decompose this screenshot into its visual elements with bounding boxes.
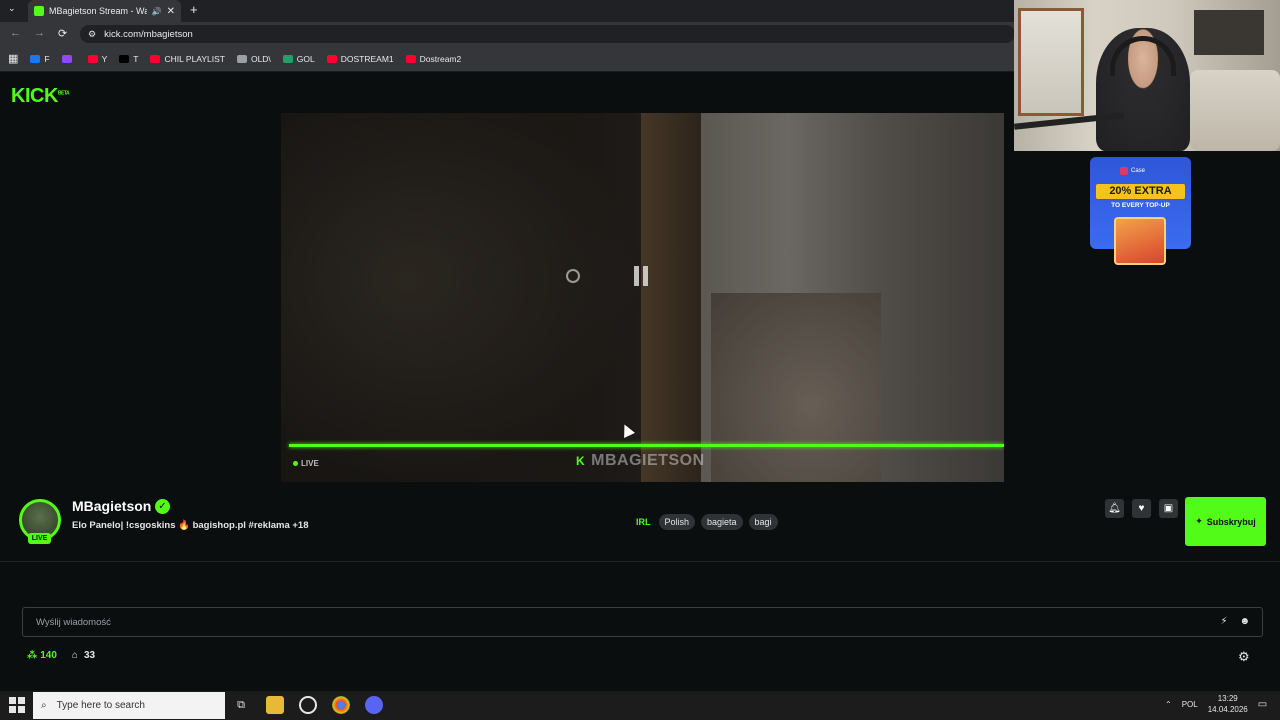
stream-tags: IRL Polish bagieta bagi xyxy=(636,514,778,530)
bookmark-label: T xyxy=(133,53,139,64)
sponsor-ad-banner[interactable]: Case 20% EXTRA TO EVERY TOP-UP xyxy=(1090,157,1191,269)
bookmark-item[interactable]: DOSTREAM1 xyxy=(326,53,394,64)
video-player[interactable]: LIVE K MBAGIETSON xyxy=(281,113,1004,482)
chat-placeholder: Wyślij wiadomość xyxy=(36,616,111,628)
bookmark-favicon-icon xyxy=(119,54,130,63)
bookmark-label: Y xyxy=(101,53,108,64)
kick-logo[interactable]: KICKBETA xyxy=(11,85,70,108)
rewind-icon[interactable] xyxy=(566,269,580,283)
bookmark-label: OLD\ xyxy=(250,53,271,64)
reload-icon[interactable]: ⟳ xyxy=(58,27,67,40)
live-progress-bar[interactable] xyxy=(289,444,1004,447)
bookmark-favicon-icon xyxy=(61,54,72,63)
bookmark-item[interactable]: T xyxy=(119,54,138,64)
verified-check-icon: ✓ xyxy=(155,499,170,514)
apps-grid-icon[interactable]: ▦ xyxy=(8,52,18,65)
chrome-icon[interactable] xyxy=(332,696,350,714)
bookmark-favicon-icon xyxy=(30,54,41,63)
address-bar[interactable]: ⚙ kick.com/mbagietson xyxy=(80,25,1015,43)
obs-icon[interactable] xyxy=(299,696,317,714)
forward-arrow-icon[interactable]: → xyxy=(34,27,45,39)
bookmark-favicon-icon xyxy=(326,54,337,63)
chat-settings-gear-icon[interactable]: ⚙ xyxy=(1238,649,1250,665)
tag-pill[interactable]: Polish xyxy=(658,514,696,530)
bookmark-item[interactable] xyxy=(61,54,76,64)
bookmark-item[interactable]: F xyxy=(30,53,50,64)
language-indicator[interactable]: POL xyxy=(1182,700,1198,709)
viewer-count: ⁂ 140 xyxy=(27,650,57,661)
category-link[interactable]: IRL xyxy=(636,517,651,527)
treasure-chest-icon xyxy=(1114,217,1166,265)
clock[interactable]: 13:29 14.04.2026 xyxy=(1208,693,1248,715)
new-tab-icon[interactable]: + xyxy=(190,2,198,17)
windows-start-icon[interactable] xyxy=(9,697,25,713)
tray-expand-chevron-icon[interactable]: ⌃ xyxy=(1165,700,1172,709)
bell-icon: 🔔︎ xyxy=(1108,503,1121,514)
tab-menu-chevron-icon[interactable]: ⌄ xyxy=(8,3,16,14)
heart-icon: ♥ xyxy=(1138,503,1145,514)
notification-center-icon[interactable]: ▭ xyxy=(1258,699,1267,710)
stream-title: Elo Panelo| !csgoskins 🔥 bagishop.pl #re… xyxy=(72,520,309,531)
bookmark-item[interactable]: Dostream2 xyxy=(405,53,462,64)
shop-count[interactable]: ⌂ 33 xyxy=(72,650,95,661)
bookmark-favicon-icon xyxy=(87,54,98,63)
tag-pill[interactable]: bagieta xyxy=(701,514,743,530)
taskbar-search-box[interactable]: ⌕ Type here to search xyxy=(33,692,225,719)
bookmark-label: GOL xyxy=(296,53,315,64)
star-icon: ✦ xyxy=(1195,516,1203,526)
close-tab-icon[interactable]: ✕ xyxy=(167,6,175,17)
bookmark-label: F xyxy=(44,53,50,64)
speaker-icon[interactable]: 🔊 xyxy=(152,7,162,16)
player-live-indicator: LIVE xyxy=(293,459,319,468)
bookmark-favicon-icon xyxy=(282,54,293,63)
file-explorer-icon[interactable] xyxy=(266,696,284,714)
divider xyxy=(0,561,1280,562)
chat-stats: ⁂ 140 ⌂ 33 xyxy=(27,650,95,661)
taskbar-search-placeholder: Type here to search xyxy=(56,700,145,711)
bookmark-item[interactable]: OLD\ xyxy=(236,53,271,64)
chat-message-input[interactable]: Wyślij wiadomość ⚡ ☻ xyxy=(22,607,1263,637)
webcam-overlay xyxy=(1014,0,1280,151)
users-icon: ⁂ xyxy=(27,650,38,661)
gift-icon: ▣ xyxy=(1163,503,1174,514)
gift-sub-button[interactable]: ▣ xyxy=(1159,499,1178,518)
site-info-icon[interactable]: ⚙ xyxy=(88,29,96,40)
ad-headline: 20% EXTRA xyxy=(1096,184,1185,199)
store-icon: ⌂ xyxy=(71,650,78,661)
subscribe-button[interactable]: ✦ Subskrybuj xyxy=(1185,497,1266,546)
video-dim-overlay xyxy=(281,113,1004,482)
bookmark-favicon-icon xyxy=(236,54,247,63)
tag-pill[interactable]: bagi xyxy=(748,514,778,530)
tab-title: MBagietson Stream - Watc xyxy=(49,6,147,16)
emoji-icon[interactable]: ☻ xyxy=(1239,616,1250,627)
ad-subline: TO EVERY TOP-UP xyxy=(1111,202,1170,209)
bookmark-item[interactable]: CHIL PLAYLIST xyxy=(150,53,225,64)
back-arrow-icon[interactable]: ← xyxy=(10,27,21,39)
search-icon: ⌕ xyxy=(41,700,47,711)
notification-bell-button[interactable]: 🔔︎ xyxy=(1105,499,1124,518)
bookmark-item[interactable]: Y xyxy=(87,53,108,64)
bookmark-label: Dostream2 xyxy=(419,53,462,64)
casedrop-logo-icon xyxy=(1120,167,1128,175)
browser-tab-active[interactable]: MBagietson Stream - Watc 🔊 ✕ xyxy=(28,0,181,22)
bookmark-favicon-icon xyxy=(150,54,161,63)
channel-name[interactable]: MBagietson xyxy=(72,498,151,514)
pause-icon[interactable] xyxy=(631,266,651,288)
live-badge: LIVE xyxy=(28,533,51,544)
bookmark-favicon-icon xyxy=(405,54,416,63)
task-view-icon[interactable]: ⧉ xyxy=(232,696,250,714)
discord-icon[interactable] xyxy=(365,696,383,714)
system-tray: ⌃ POL 13:29 14.04.2026 ▭ xyxy=(1165,693,1267,715)
bookmark-label: DOSTREAM1 xyxy=(340,53,394,64)
follow-heart-button[interactable]: ♥ xyxy=(1132,499,1151,518)
url-text: kick.com/mbagietson xyxy=(104,28,193,40)
bookmark-label: CHIL PLAYLIST xyxy=(164,53,225,64)
kick-watermark: K MBAGIETSON xyxy=(576,452,705,469)
kick-favicon-icon xyxy=(34,6,44,16)
emote-mode-icon[interactable]: ⚡ xyxy=(1220,616,1227,627)
bookmark-item[interactable]: GOL xyxy=(282,53,315,64)
